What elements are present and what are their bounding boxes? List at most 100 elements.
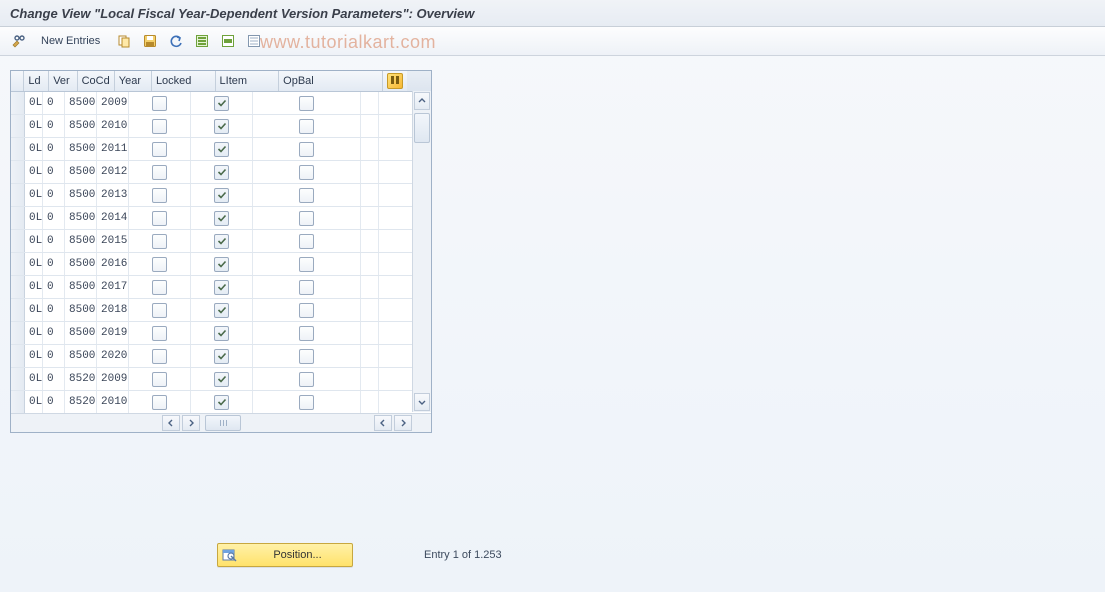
checkbox[interactable] <box>152 303 167 318</box>
cell-opbal[interactable] <box>253 115 361 137</box>
col-select[interactable] <box>11 71 24 91</box>
checkbox[interactable] <box>152 119 167 134</box>
checkbox[interactable] <box>214 395 229 410</box>
row-selector[interactable] <box>11 92 25 114</box>
checkbox[interactable] <box>214 280 229 295</box>
toggle-edit-button[interactable] <box>8 30 30 52</box>
cell-litem[interactable] <box>191 276 253 298</box>
cell-locked[interactable] <box>129 92 191 114</box>
checkbox[interactable] <box>214 349 229 364</box>
col-ld[interactable]: Ld <box>24 71 49 91</box>
checkbox[interactable] <box>299 280 314 295</box>
copy-button[interactable] <box>113 30 135 52</box>
cell-locked[interactable] <box>129 391 191 413</box>
col-year[interactable]: Year <box>115 71 152 91</box>
checkbox[interactable] <box>299 96 314 111</box>
checkbox[interactable] <box>152 211 167 226</box>
scroll-thumb[interactable] <box>414 113 430 143</box>
cell-opbal[interactable] <box>253 92 361 114</box>
col-ver[interactable]: Ver <box>49 71 77 91</box>
cell-litem[interactable] <box>191 184 253 206</box>
deselect-all-button[interactable] <box>243 30 265 52</box>
cell-litem[interactable] <box>191 391 253 413</box>
row-selector[interactable] <box>11 161 25 183</box>
cell-opbal[interactable] <box>253 391 361 413</box>
checkbox[interactable] <box>214 142 229 157</box>
scroll-left-button-2[interactable] <box>374 415 392 431</box>
row-selector[interactable] <box>11 322 25 344</box>
col-cocd[interactable]: CoCd <box>78 71 115 91</box>
checkbox[interactable] <box>152 395 167 410</box>
select-all-button[interactable] <box>191 30 213 52</box>
row-selector[interactable] <box>11 184 25 206</box>
row-selector[interactable] <box>11 276 25 298</box>
new-entries-button[interactable]: New Entries <box>34 30 107 52</box>
scroll-track[interactable] <box>414 109 430 394</box>
checkbox[interactable] <box>299 165 314 180</box>
checkbox[interactable] <box>214 188 229 203</box>
scroll-right-button-2[interactable] <box>394 415 412 431</box>
save-button[interactable] <box>139 30 161 52</box>
cell-opbal[interactable] <box>253 138 361 160</box>
vertical-scrollbar[interactable] <box>412 91 431 412</box>
checkbox[interactable] <box>299 142 314 157</box>
scroll-left-button[interactable] <box>162 415 180 431</box>
row-selector[interactable] <box>11 115 25 137</box>
cell-litem[interactable] <box>191 299 253 321</box>
cell-opbal[interactable] <box>253 276 361 298</box>
checkbox[interactable] <box>152 349 167 364</box>
undo-button[interactable] <box>165 30 187 52</box>
checkbox[interactable] <box>299 234 314 249</box>
checkbox[interactable] <box>152 234 167 249</box>
checkbox[interactable] <box>214 165 229 180</box>
cell-opbal[interactable] <box>253 299 361 321</box>
checkbox[interactable] <box>214 326 229 341</box>
cell-litem[interactable] <box>191 322 253 344</box>
checkbox[interactable] <box>299 395 314 410</box>
checkbox[interactable] <box>214 211 229 226</box>
cell-locked[interactable] <box>129 184 191 206</box>
col-litem[interactable]: LItem <box>216 71 280 91</box>
select-block-button[interactable] <box>217 30 239 52</box>
row-selector[interactable] <box>11 138 25 160</box>
cell-locked[interactable] <box>129 207 191 229</box>
scroll-right-button[interactable] <box>182 415 200 431</box>
scroll-down-button[interactable] <box>414 393 430 411</box>
checkbox[interactable] <box>152 142 167 157</box>
checkbox[interactable] <box>152 188 167 203</box>
row-selector[interactable] <box>11 230 25 252</box>
row-selector[interactable] <box>11 207 25 229</box>
cell-litem[interactable] <box>191 253 253 275</box>
checkbox[interactable] <box>152 165 167 180</box>
checkbox[interactable] <box>214 119 229 134</box>
cell-opbal[interactable] <box>253 345 361 367</box>
checkbox[interactable] <box>214 372 229 387</box>
cell-litem[interactable] <box>191 161 253 183</box>
cell-litem[interactable] <box>191 115 253 137</box>
row-selector[interactable] <box>11 299 25 321</box>
cell-litem[interactable] <box>191 230 253 252</box>
col-locked[interactable]: Locked <box>152 71 216 91</box>
checkbox[interactable] <box>152 372 167 387</box>
cell-opbal[interactable] <box>253 207 361 229</box>
checkbox[interactable] <box>214 303 229 318</box>
cell-locked[interactable] <box>129 276 191 298</box>
cell-locked[interactable] <box>129 368 191 390</box>
cell-locked[interactable] <box>129 299 191 321</box>
column-drag-handle[interactable] <box>205 415 241 431</box>
cell-opbal[interactable] <box>253 184 361 206</box>
cell-locked[interactable] <box>129 230 191 252</box>
checkbox[interactable] <box>152 96 167 111</box>
cell-locked[interactable] <box>129 138 191 160</box>
cell-locked[interactable] <box>129 253 191 275</box>
checkbox[interactable] <box>299 257 314 272</box>
cell-opbal[interactable] <box>253 368 361 390</box>
cell-locked[interactable] <box>129 322 191 344</box>
cell-litem[interactable] <box>191 345 253 367</box>
row-selector[interactable] <box>11 391 25 413</box>
configure-columns-button[interactable] <box>383 71 407 91</box>
checkbox[interactable] <box>152 257 167 272</box>
cell-opbal[interactable] <box>253 161 361 183</box>
cell-litem[interactable] <box>191 207 253 229</box>
checkbox[interactable] <box>214 234 229 249</box>
